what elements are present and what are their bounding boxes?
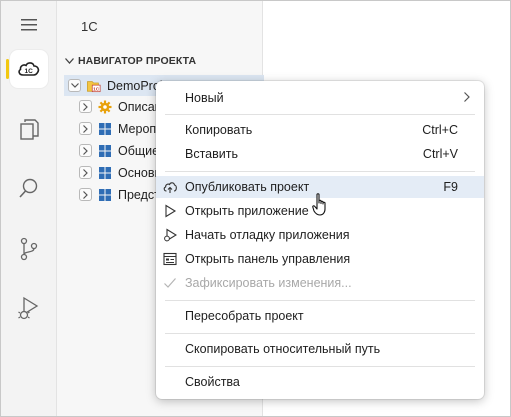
svg-text:1С: 1С: [93, 86, 100, 92]
chevron-down-icon: [70, 83, 79, 88]
menu-item-label: Начать отладку приложения: [185, 228, 350, 242]
menu-item-new[interactable]: Новый: [156, 87, 484, 109]
tree-item-label: Общие: [118, 143, 160, 158]
menu-icon[interactable]: [1, 3, 57, 47]
menu-item-start-debug[interactable]: Начать отладку приложения: [156, 224, 484, 246]
menu-divider: [165, 171, 475, 172]
collapse-toggle[interactable]: [68, 79, 81, 92]
shortcut-label: Ctrl+C: [422, 123, 458, 137]
expand-toggle[interactable]: [79, 100, 92, 113]
shortcut-label: F9: [443, 180, 458, 194]
cloud-upload-icon: [163, 182, 177, 193]
chevron-right-icon: [83, 146, 88, 155]
chevron-right-icon: [83, 168, 88, 177]
chevron-down-icon: [65, 58, 74, 64]
expand-toggle[interactable]: [79, 122, 92, 135]
menu-item-label: Опубликовать проект: [185, 180, 310, 194]
source-control-icon[interactable]: [1, 227, 57, 271]
menu-item-label: Новый: [185, 91, 224, 105]
menu-item-label: Копировать: [185, 123, 253, 137]
expand-toggle[interactable]: [79, 188, 92, 201]
files-icon[interactable]: [1, 107, 57, 151]
menu-item-label: Зафиксировать изменения...: [185, 276, 352, 290]
menu-item-copy[interactable]: Копировать Ctrl+C: [156, 119, 484, 141]
shortcut-label: Ctrl+V: [422, 147, 458, 161]
search-icon[interactable]: [1, 167, 57, 211]
grid-icon: [98, 166, 112, 180]
menu-item-control-panel[interactable]: Открыть панель управления: [156, 248, 484, 270]
app-window: 1C 1С НАВИГАТОР ПРОЕКТА 1С DemoProject 1…: [0, 0, 511, 417]
menu-item-properties[interactable]: Свойства: [156, 371, 484, 393]
menu-item-commit: Зафиксировать изменения...: [156, 272, 484, 294]
menu-divider: [165, 333, 475, 334]
play-icon: [165, 204, 177, 218]
run-debug-icon[interactable]: [1, 287, 57, 331]
menu-item-label: Пересобрать проект: [185, 309, 304, 323]
sidebar-title: 1С: [81, 19, 98, 34]
menu-item-label: Вставить: [185, 147, 238, 161]
grid-icon: [98, 144, 112, 158]
menu-divider: [165, 366, 475, 367]
hand-cursor-icon: [312, 193, 326, 216]
grid-icon: [98, 188, 112, 202]
chevron-right-icon: [83, 102, 88, 111]
navigator-header-label: НАВИГАТОР ПРОЕКТА: [78, 55, 197, 67]
debug-play-icon: [164, 228, 177, 242]
menu-item-label: Скопировать относительный путь: [185, 342, 381, 356]
menu-item-rebuild[interactable]: Пересобрать проект: [156, 305, 484, 327]
activity-bar: 1C: [1, 1, 57, 416]
menu-item-copy-relative-path[interactable]: Скопировать относительный путь: [156, 338, 484, 360]
expand-toggle[interactable]: [79, 144, 92, 157]
menu-item-paste[interactable]: Вставить Ctrl+V: [156, 143, 484, 165]
chevron-right-icon: [83, 124, 88, 133]
menu-divider: [165, 114, 475, 115]
menu-item-label: Свойства: [185, 375, 240, 389]
control-panel-icon: [163, 252, 177, 266]
navigator-header[interactable]: НАВИГАТОР ПРОЕКТА: [65, 55, 196, 67]
chevron-right-icon: [83, 190, 88, 199]
gear-icon: [98, 100, 112, 114]
grid-icon: [98, 122, 112, 136]
onec-cloud-icon[interactable]: 1C: [1, 47, 57, 91]
check-icon: [164, 278, 176, 288]
project-folder-icon: 1С: [87, 79, 101, 93]
chevron-right-icon: [464, 92, 470, 102]
menu-divider: [165, 300, 475, 301]
menu-item-label: Открыть панель управления: [185, 252, 351, 266]
svg-text:1C: 1C: [25, 68, 34, 75]
context-menu: Новый Копировать Ctrl+C Вставить Ctrl+V …: [156, 81, 484, 399]
expand-toggle[interactable]: [79, 166, 92, 179]
menu-item-label: Открыть приложение: [185, 204, 309, 218]
